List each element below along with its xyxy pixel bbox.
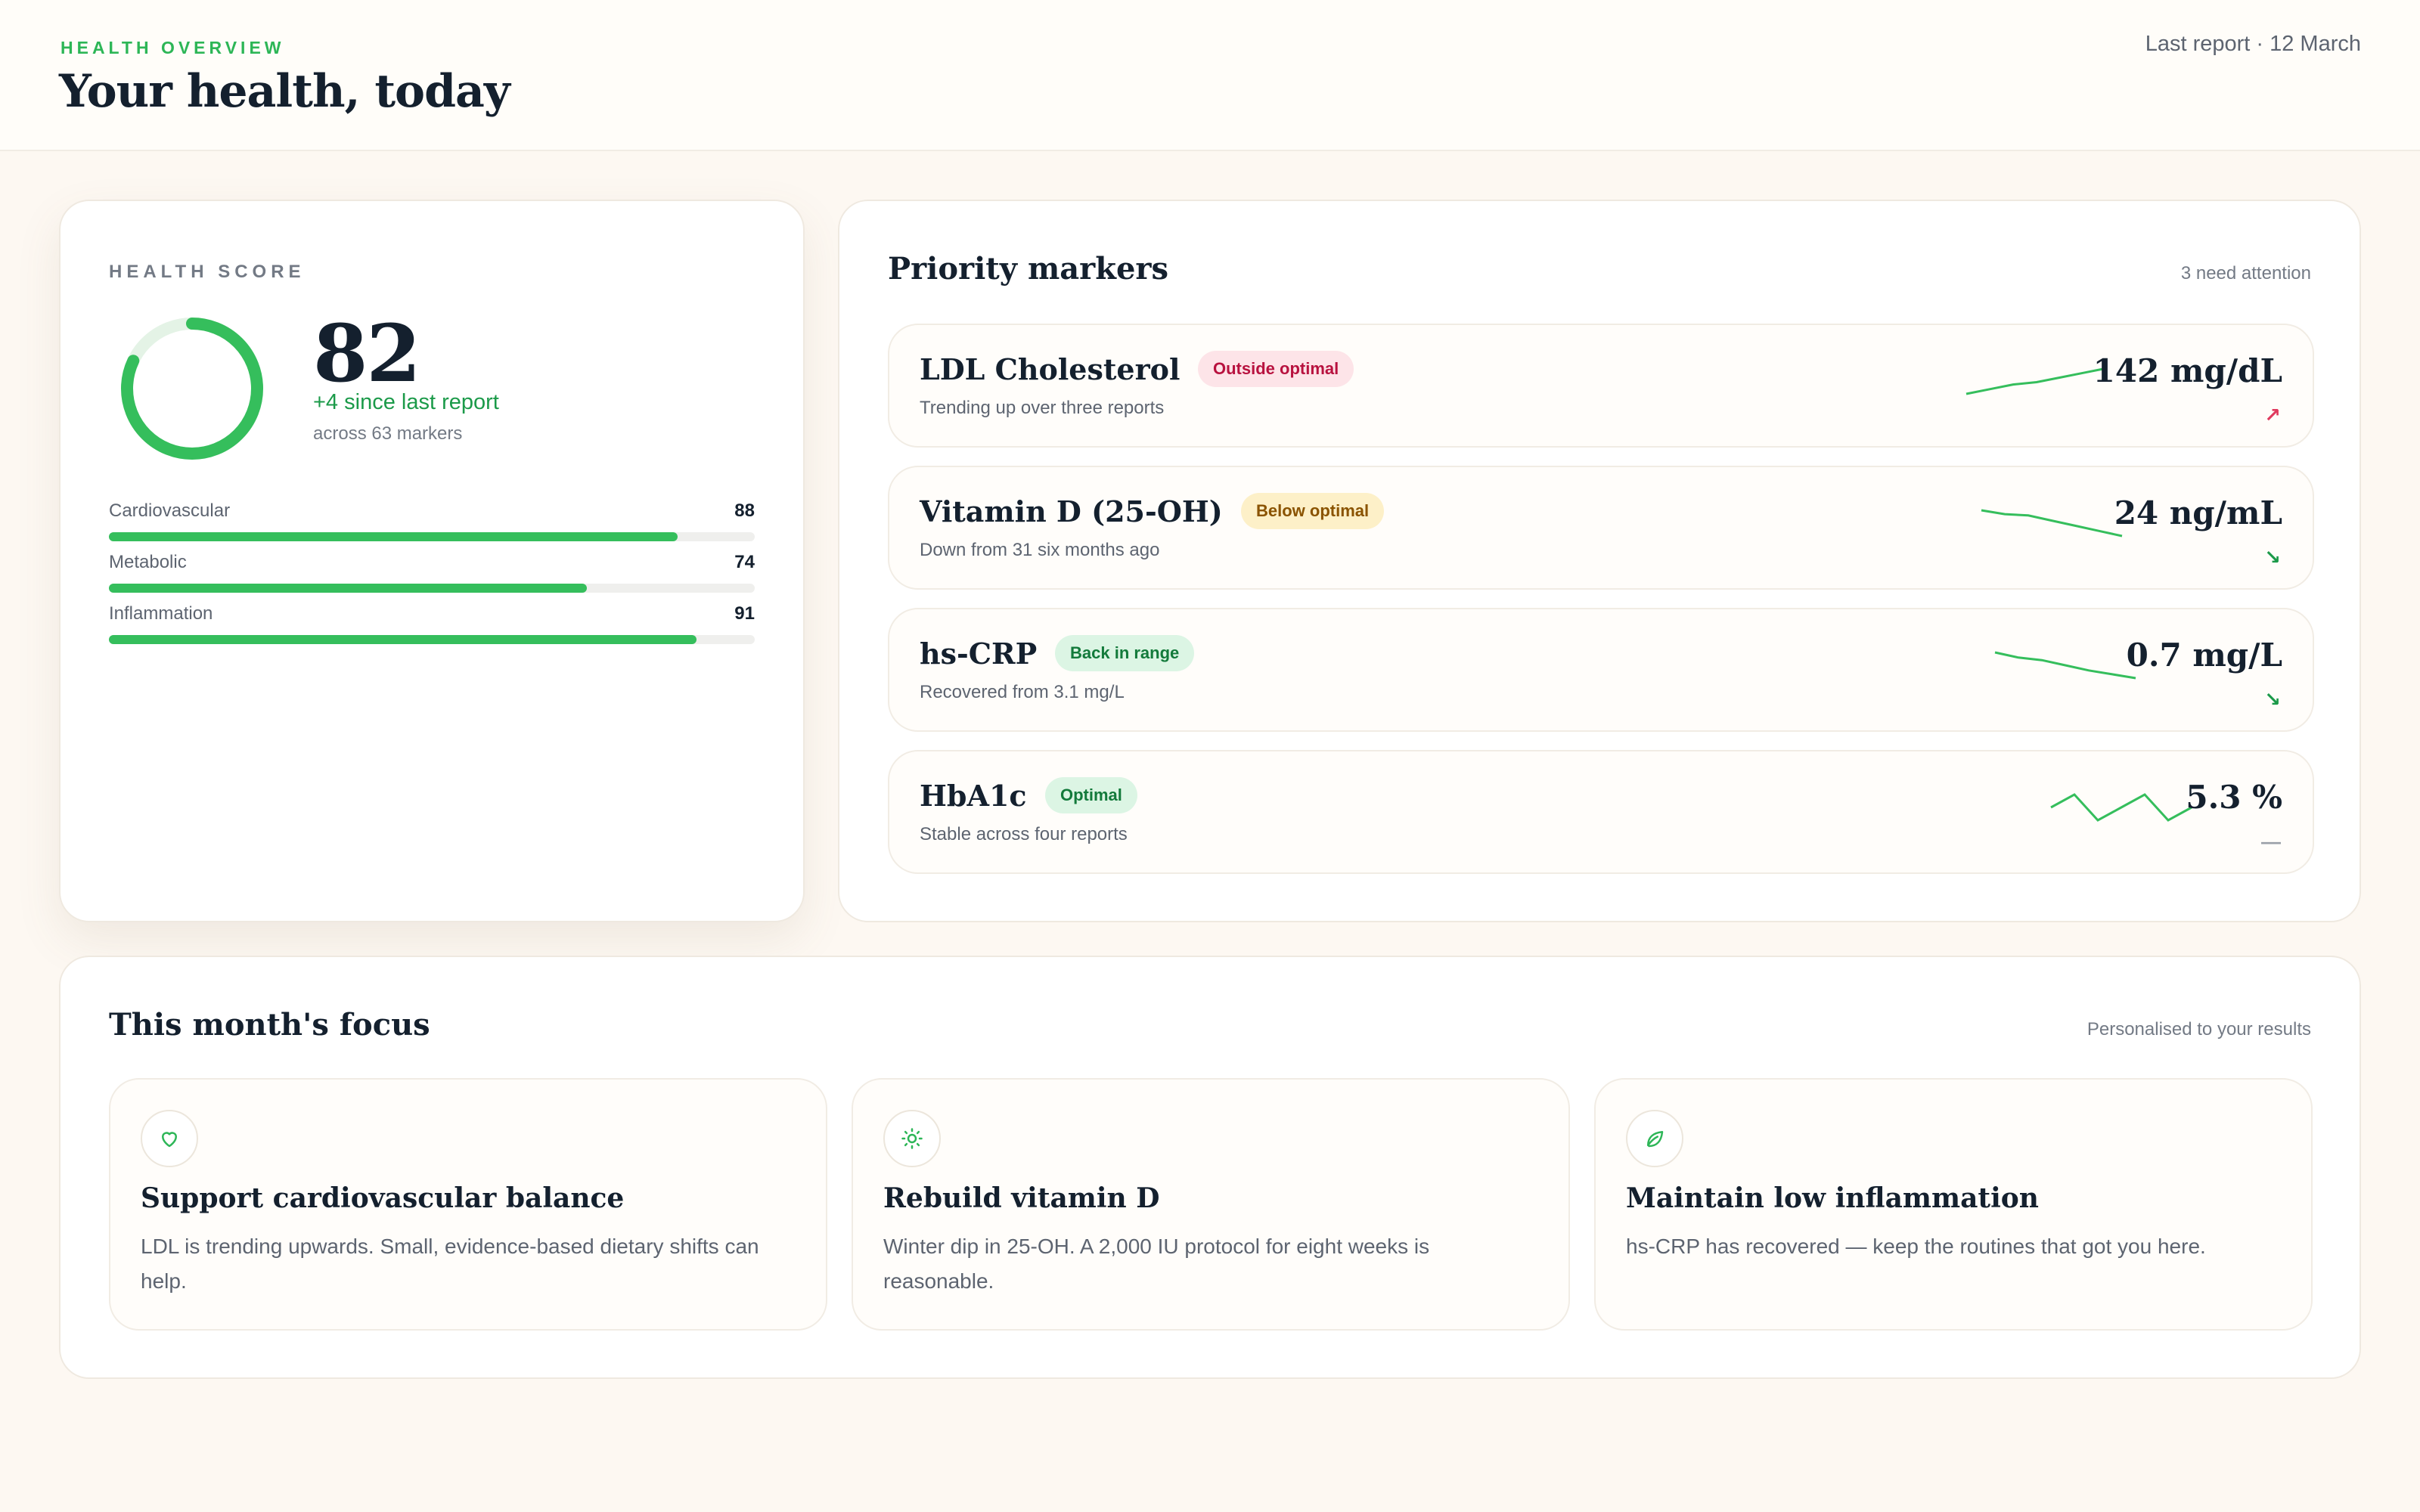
category-bar-inflammation: Inflammation 91: [109, 603, 755, 655]
marker-value: 24 ng/mL: [2114, 494, 2282, 531]
monthly-focus-title: This month's focus: [109, 1007, 430, 1043]
health-score-eyebrow: HEALTH SCORE: [109, 262, 306, 282]
category-bar-fill: [109, 532, 678, 541]
marker-subtext: Recovered from 3.1 mg/L: [920, 682, 1125, 702]
health-score-ring: [109, 305, 275, 472]
marker-subtext: Stable across four reports: [920, 824, 1128, 844]
marker-name: hs-CRP: [920, 637, 1038, 671]
page-header: HEALTH OVERVIEW Your health, today Last …: [0, 0, 2420, 151]
monthly-focus-note: Personalised to your results: [2086, 1019, 2311, 1040]
health-score-value: 82: [313, 307, 421, 400]
leaf-icon: [1626, 1110, 1683, 1167]
category-bar-track: [109, 635, 755, 644]
marker-subtext: Down from 31 six months ago: [920, 540, 1160, 560]
priority-markers-title: Priority markers: [888, 251, 1169, 287]
focus-item-title: Maintain low inflammation: [1626, 1182, 2039, 1214]
focus-item-title: Rebuild vitamin D: [883, 1182, 1160, 1214]
trend-down-icon: ↘: [2264, 546, 2281, 569]
focus-item-body: LDL is trending upwards. Small, evidence…: [141, 1235, 759, 1293]
marker-value: 142 mg/dL: [2093, 352, 2282, 389]
sun-icon: [883, 1110, 941, 1167]
marker-row-hs-crp[interactable]: hs-CRP Back in range Recovered from 3.1 …: [888, 608, 2314, 732]
marker-subtext: Trending up over three reports: [920, 398, 1165, 418]
health-score-subtext: across 63 markers: [313, 423, 463, 444]
trend-up-icon: ↗: [2264, 404, 2281, 426]
monthly-focus-card: This month's focus Personalised to your …: [59, 956, 2361, 1379]
category-bar-value: 74: [734, 552, 755, 572]
category-bar-label: Inflammation: [109, 603, 213, 624]
marker-sparkline: [2050, 793, 2192, 822]
marker-name: HbA1c: [920, 779, 1027, 813]
focus-item-body: hs-CRP has recovered — keep the routines…: [1626, 1235, 2206, 1258]
marker-status-badge: Outside optimal: [1198, 351, 1354, 387]
marker-name: Vitamin D (25-OH): [920, 494, 1223, 528]
category-bar-cardiovascular: Cardiovascular 88: [109, 500, 755, 552]
focus-item-inflammation[interactable]: Maintain low inflammation hs-CRP has rec…: [1594, 1078, 2313, 1331]
page-eyebrow: HEALTH OVERVIEW: [60, 38, 285, 57]
marker-value: 5.3 %: [2186, 779, 2282, 816]
category-bar-label: Cardiovascular: [109, 500, 231, 521]
heart-icon: [141, 1110, 198, 1167]
category-bar-value: 91: [734, 603, 755, 624]
last-report-date: Last report · 12 March: [2145, 32, 2361, 56]
category-bars: Cardiovascular 88 Metabolic 74 Inflammat…: [109, 500, 755, 655]
category-bar-value: 88: [734, 500, 755, 521]
marker-sparkline: [1965, 367, 2108, 395]
marker-name: LDL Cholesterol: [920, 352, 1181, 386]
page-title: Your health, today: [59, 65, 510, 118]
marker-row-ldl[interactable]: LDL Cholesterol Outside optimal Trending…: [888, 324, 2314, 448]
focus-item-body: Winter dip in 25-OH. A 2,000 IU protocol…: [883, 1235, 1430, 1293]
category-bar-track: [109, 532, 755, 541]
category-bar-label: Metabolic: [109, 552, 187, 572]
marker-status-badge: Back in range: [1055, 635, 1195, 671]
category-bar-track: [109, 584, 755, 593]
trend-down-icon: ↘: [2264, 688, 2281, 711]
priority-markers-note: 3 need attention: [2180, 263, 2311, 284]
focus-item-cardiovascular[interactable]: Support cardiovascular balance LDL is tr…: [109, 1078, 827, 1331]
category-bar-metabolic: Metabolic 74: [109, 552, 755, 603]
priority-markers-card: Priority markers 3 need attention LDL Ch…: [838, 200, 2361, 922]
category-bar-fill: [109, 584, 587, 593]
marker-sparkline: [1981, 509, 2123, 538]
marker-status-badge: Optimal: [1045, 777, 1137, 813]
marker-sparkline: [1994, 651, 2136, 680]
health-score-delta: +4 since last report: [313, 390, 499, 414]
health-score-card: HEALTH SCORE 82 +4 since last report acr…: [59, 200, 805, 922]
marker-row-hba1c[interactable]: HbA1c Optimal Stable across four reports…: [888, 750, 2314, 874]
trend-flat-icon: —: [2261, 830, 2281, 853]
marker-value: 0.7 mg/L: [2126, 637, 2282, 674]
marker-status-badge: Below optimal: [1241, 493, 1385, 529]
focus-item-vitamin-d[interactable]: Rebuild vitamin D Winter dip in 25-OH. A…: [852, 1078, 1570, 1331]
category-bar-fill: [109, 635, 697, 644]
marker-row-vitamin-d[interactable]: Vitamin D (25-OH) Below optimal Down fro…: [888, 466, 2314, 590]
focus-item-title: Support cardiovascular balance: [141, 1182, 625, 1214]
